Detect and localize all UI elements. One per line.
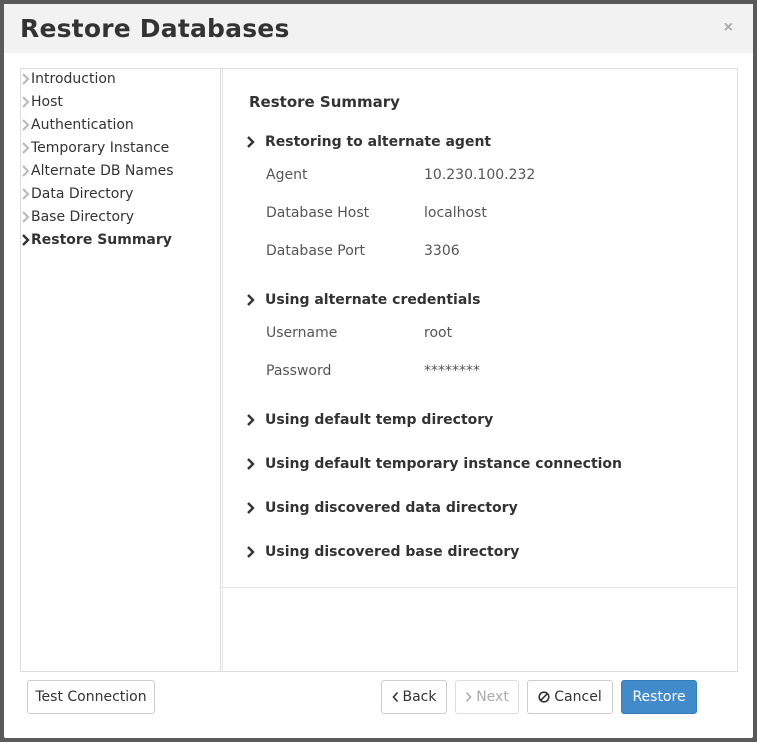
- agent-value: 10.230.100.232: [424, 167, 536, 183]
- database-host-label: Database Host: [266, 205, 370, 221]
- section-default-temporary-instance-connection[interactable]: Using default temporary instance connect…: [245, 454, 622, 474]
- database-port-value: 3306: [424, 243, 460, 259]
- test-connection-button[interactable]: Test Connection: [27, 680, 155, 714]
- sidebar-item-label: Authentication: [31, 117, 134, 133]
- section-heading: Restoring to alternate agent: [265, 134, 492, 150]
- password-value: ********: [424, 363, 480, 379]
- username-value: root: [424, 325, 453, 341]
- ban-icon: [538, 691, 550, 703]
- summary-title: Restore Summary: [249, 93, 400, 111]
- section-alternate-credentials[interactable]: Using alternate credentials: [245, 290, 480, 310]
- sidebar-item-restore-summary[interactable]: Restore Summary: [21, 230, 172, 250]
- next-label: Next: [476, 689, 509, 705]
- sidebar-item-label: Base Directory: [31, 209, 135, 225]
- sidebar-item-introduction[interactable]: Introduction: [21, 69, 116, 89]
- sidebar-item-data-directory[interactable]: Data Directory: [21, 184, 133, 204]
- sidebar-item-label: Restore Summary: [31, 232, 172, 248]
- username-label: Username: [266, 325, 338, 341]
- restore-label: Restore: [632, 689, 686, 705]
- sidebar-item-authentication[interactable]: Authentication: [21, 115, 134, 135]
- test-connection-label: Test Connection: [35, 689, 147, 705]
- sidebar-item-alternate-db-names[interactable]: Alternate DB Names: [21, 161, 174, 181]
- restore-button[interactable]: Restore: [621, 680, 697, 714]
- section-heading: Using discovered data directory: [265, 500, 518, 516]
- password-label: Password: [266, 363, 332, 379]
- agent-label: Agent: [266, 167, 308, 183]
- chevron-right-icon: [465, 691, 472, 703]
- chevron-right-icon: [247, 414, 255, 426]
- dialog-header: Restore Databases ×: [4, 4, 753, 53]
- back-button[interactable]: Back: [381, 680, 447, 714]
- restore-databases-dialog: Restore Databases × Introduction Host Au…: [4, 4, 753, 738]
- next-button[interactable]: Next: [455, 680, 519, 714]
- sidebar-item-label: Data Directory: [31, 186, 134, 202]
- chevron-right-icon: [22, 119, 30, 131]
- chevron-right-icon: [247, 136, 255, 148]
- sidebar-item-label: Introduction: [31, 71, 116, 87]
- section-default-temp-directory[interactable]: Using default temp directory: [245, 410, 493, 430]
- sidebar-item-base-directory[interactable]: Base Directory: [21, 207, 134, 227]
- section-heading: Using default temporary instance connect…: [265, 456, 623, 472]
- back-label: Back: [402, 689, 437, 705]
- database-port-label: Database Port: [266, 243, 366, 259]
- wizard-steps-sidebar: Introduction Host Authentication Tempora…: [21, 69, 223, 671]
- cancel-button[interactable]: Cancel: [527, 680, 613, 714]
- close-icon[interactable]: ×: [724, 20, 733, 36]
- chevron-right-icon: [22, 211, 30, 223]
- section-heading: Using default temp directory: [265, 412, 494, 428]
- chevron-right-icon: [247, 294, 255, 306]
- database-host-value: localhost: [424, 205, 487, 221]
- cancel-label: Cancel: [554, 689, 602, 705]
- chevron-right-icon: [22, 142, 30, 154]
- section-heading: Using alternate credentials: [265, 292, 481, 308]
- sidebar-item-host[interactable]: Host: [21, 92, 63, 112]
- chevron-right-icon: [22, 96, 30, 108]
- chevron-right-icon: [22, 73, 30, 85]
- sidebar-item-label: Alternate DB Names: [31, 163, 174, 179]
- section-heading: Using discovered base directory: [265, 544, 520, 560]
- section-alternate-agent[interactable]: Restoring to alternate agent: [245, 132, 491, 152]
- chevron-right-icon: [22, 165, 30, 177]
- sidebar-item-label: Host: [31, 94, 63, 110]
- wizard-body: Introduction Host Authentication Tempora…: [20, 68, 738, 672]
- chevron-right-icon: [247, 546, 255, 558]
- section-discovered-data-directory[interactable]: Using discovered data directory: [245, 498, 518, 518]
- chevron-right-icon: [247, 502, 255, 514]
- sidebar-item-temporary-instance[interactable]: Temporary Instance: [21, 138, 169, 158]
- chevron-right-icon: [22, 234, 30, 246]
- chevron-right-icon: [247, 458, 255, 470]
- dialog-title: Restore Databases: [20, 14, 290, 43]
- restore-summary-panel: Restore Summary Restoring to alternate a…: [223, 69, 737, 588]
- sidebar-item-label: Temporary Instance: [31, 140, 170, 156]
- chevron-right-icon: [22, 188, 30, 200]
- section-discovered-base-directory[interactable]: Using discovered base directory: [245, 542, 519, 562]
- chevron-left-icon: [391, 691, 399, 703]
